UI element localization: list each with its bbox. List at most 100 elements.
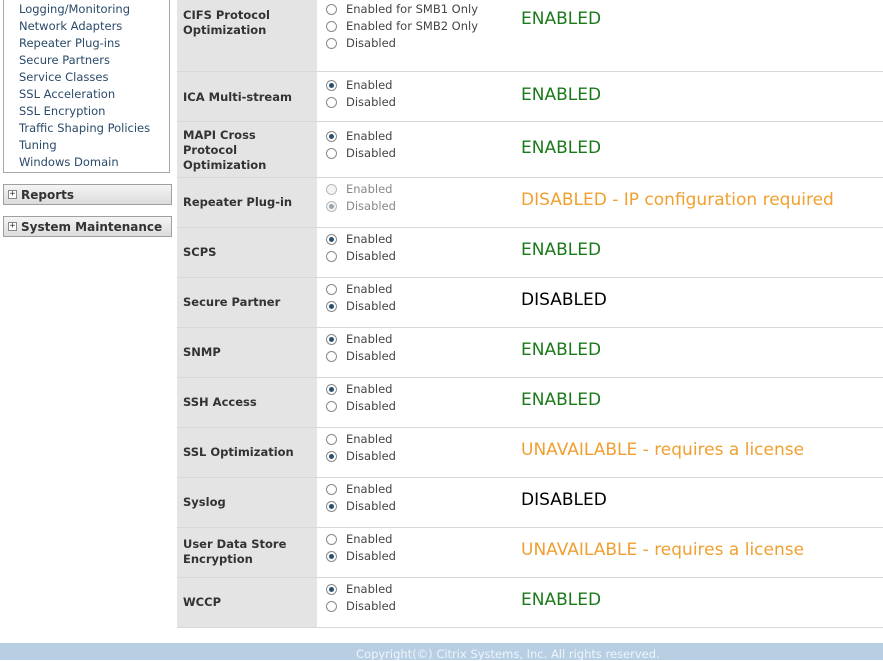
option-label: Disabled (346, 249, 396, 263)
feature-name-label: ICA Multi-stream (183, 90, 292, 104)
radio-unchecked-icon[interactable] (326, 148, 337, 159)
feature-name-cell: User Data Store Encryption (177, 528, 317, 577)
feature-name-cell: CIFS Protocol Optimization (177, 0, 317, 71)
option-label: Disabled (346, 399, 396, 413)
status-text: UNAVAILABLE - requires a license (521, 440, 805, 460)
feature-row-user-data-store-encryption: User Data Store Encryption Enabled Disabled… (177, 528, 883, 578)
feature-row-secure-partner: Secure Partner Enabled Disabled DISABLED (177, 278, 883, 328)
status-text: DISABLED (521, 490, 607, 510)
feature-name-cell: Syslog (177, 478, 317, 527)
feature-name-label: Syslog (183, 495, 226, 509)
feature-name-label: MAPI Cross (183, 128, 256, 142)
status-text: ENABLED (521, 9, 602, 29)
option-label: Enabled (346, 432, 393, 446)
feature-name-label: Secure Partner (183, 295, 281, 309)
feature-name-cell: MAPI Cross Protocol Optimization (177, 122, 317, 177)
feature-row-scps: SCPS Enabled Disabled ENABLED (177, 228, 883, 278)
sidebar-item-repeater-plug-ins[interactable]: Repeater Plug-ins (19, 36, 120, 50)
option-label: Enabled (346, 382, 393, 396)
sidebar-item-network-adapters[interactable]: Network Adapters (19, 19, 122, 33)
radio-unchecked-icon[interactable] (326, 534, 337, 545)
radio-checked-icon[interactable] (326, 334, 337, 345)
status-text: DISABLED - IP configuration required (521, 190, 834, 210)
expand-icon: + (8, 189, 17, 199)
radio-unchecked-icon[interactable] (326, 401, 337, 412)
status-text: UNAVAILABLE - requires a license (521, 540, 805, 560)
option-label: Enabled (346, 282, 393, 296)
radio-checked-icon[interactable] (326, 384, 337, 395)
option-label: Disabled (346, 549, 396, 563)
radio-checked-icon[interactable] (326, 80, 337, 91)
feature-name-cell: ICA Multi-stream (177, 72, 317, 121)
status-text: ENABLED (521, 240, 602, 260)
status-text: ENABLED (521, 590, 602, 610)
radio-checked-icon[interactable] (326, 551, 337, 562)
radio-unchecked-icon[interactable] (326, 4, 337, 15)
sidebar-section-system-maintenance[interactable]: + System Maintenance (3, 216, 172, 237)
radio-unchecked-icon[interactable] (326, 38, 337, 49)
feature-name-label: User Data Store (183, 537, 287, 551)
radio-checked-icon[interactable] (326, 451, 337, 462)
feature-name-label: Optimization (183, 23, 267, 37)
radio-unchecked-icon[interactable] (326, 601, 337, 612)
feature-name-cell: SSL Optimization (177, 428, 317, 477)
option-label: Enabled for SMB1 Only (346, 2, 479, 16)
sidebar-item-traffic-shaping-policies[interactable]: Traffic Shaping Policies (19, 121, 150, 135)
option-label: Enabled (346, 482, 393, 496)
option-label: Disabled (346, 199, 396, 213)
option-label: Enabled (346, 129, 393, 143)
sidebar: Logging/Monitoring Network Adapters Repe… (0, 0, 176, 640)
radio-checked-icon[interactable] (326, 301, 337, 312)
status-text: ENABLED (521, 390, 602, 410)
radio-checked-icon[interactable] (326, 584, 337, 595)
radio-unchecked-icon[interactable] (326, 351, 337, 362)
status-text: ENABLED (521, 138, 602, 158)
radio-checked-icon[interactable] (326, 234, 337, 245)
sidebar-item-ssl-encryption[interactable]: SSL Encryption (19, 104, 105, 118)
feature-row-ssl-optimization: SSL Optimization Enabled Disabled UNAVAILAB… (177, 428, 883, 478)
feature-table: CIFS ProtocolOptimizationEnabled for All… (177, 0, 883, 628)
option-label: Enabled (346, 332, 393, 346)
footer: Copyright(©) Citrix Systems, Inc. All ri… (0, 643, 883, 661)
sidebar-item-windows-domain[interactable]: Windows Domain (19, 155, 119, 169)
option-label: Enabled (346, 582, 393, 596)
feature-row-snmp: SNMP Enabled Disabled ENABLED (177, 328, 883, 378)
radio-checked-icon (326, 201, 337, 212)
option-label: Enabled (346, 532, 393, 546)
sidebar-item-ssl-acceleration[interactable]: SSL Acceleration (19, 87, 115, 101)
feature-name-cell: SSH Access (177, 378, 317, 427)
feature-row-ica-multi-stream: ICA Multi-stream Enabled Disabled ENABLED (177, 72, 883, 122)
sidebar-section-label: System Maintenance (21, 220, 163, 234)
radio-checked-icon[interactable] (326, 131, 337, 142)
status-text: DISABLED (521, 290, 607, 310)
radio-unchecked-icon[interactable] (326, 251, 337, 262)
feature-name-cell: Repeater Plug-in (177, 178, 317, 227)
radio-unchecked-icon[interactable] (326, 484, 337, 495)
sidebar-section-label: Reports (21, 188, 75, 202)
feature-name-label: WCCP (183, 595, 221, 609)
feature-name-cell: WCCP (177, 578, 317, 627)
sidebar-item-secure-partners[interactable]: Secure Partners (19, 53, 110, 67)
option-label: Disabled (346, 299, 396, 313)
radio-unchecked-icon[interactable] (326, 434, 337, 445)
radio-unchecked-icon[interactable] (326, 284, 337, 295)
sidebar-item-tuning[interactable]: Tuning (19, 138, 57, 152)
feature-row-wccp: WCCP Enabled Disabled ENABLED (177, 578, 883, 628)
sidebar-item-service-classes[interactable]: Service Classes (19, 70, 108, 84)
radio-unchecked-icon[interactable] (326, 21, 337, 32)
expand-icon: + (8, 221, 17, 231)
status-text: ENABLED (521, 85, 602, 105)
status-text: ENABLED (521, 340, 602, 360)
radio-checked-icon[interactable] (326, 501, 337, 512)
sidebar-section-reports[interactable]: + Reports (3, 184, 172, 205)
feature-name-label: Optimization (183, 158, 267, 172)
radio-unchecked-icon (326, 184, 337, 195)
radio-unchecked-icon[interactable] (326, 97, 337, 108)
option-label: Enabled (346, 78, 393, 92)
sidebar-item-logging-monitoring[interactable]: Logging/Monitoring (19, 2, 130, 16)
option-label: Disabled (346, 36, 396, 50)
feature-row-ssh-access: SSH Access Enabled Disabled ENABLED (177, 378, 883, 428)
feature-name-label: Encryption (183, 552, 253, 566)
option-label: Disabled (346, 449, 396, 463)
feature-name-label: SNMP (183, 345, 221, 359)
